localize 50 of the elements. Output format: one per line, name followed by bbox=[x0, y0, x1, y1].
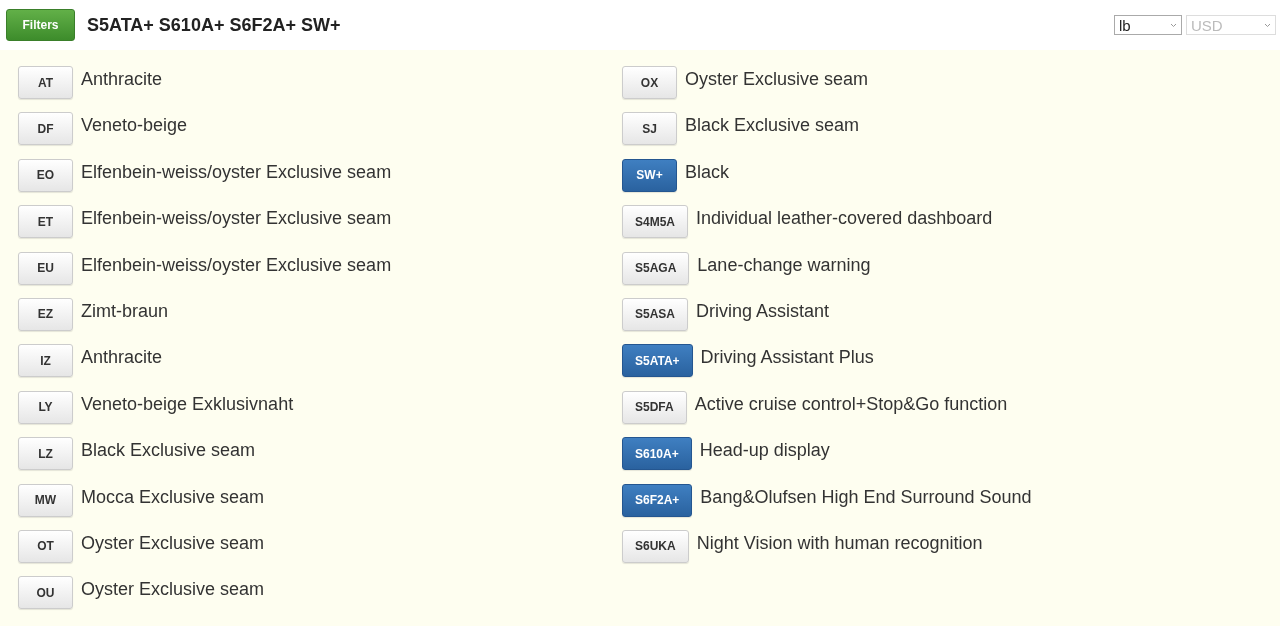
option-label: Driving Assistant bbox=[696, 300, 830, 322]
option-label: Elfenbein-weiss/oyster Exclusive seam bbox=[81, 161, 392, 183]
option-code-button[interactable]: SJ bbox=[622, 112, 677, 146]
option-code-button[interactable]: OU bbox=[18, 576, 73, 610]
option-label: Zimt-braun bbox=[81, 300, 169, 322]
option-label: Mocca Exclusive seam bbox=[81, 486, 265, 508]
option-code-button[interactable]: EU bbox=[18, 251, 73, 285]
option-code-button[interactable]: LZ bbox=[18, 437, 73, 471]
option-code-button[interactable]: MW bbox=[18, 483, 73, 517]
option-code-button[interactable]: SW+ bbox=[622, 158, 677, 192]
option-label: Black Exclusive seam bbox=[685, 115, 860, 137]
option-code-button[interactable]: S5ATA+ bbox=[622, 344, 693, 378]
option-code-button[interactable]: S5AGA bbox=[622, 251, 690, 285]
option-label: Active cruise control+Stop&Go function bbox=[694, 393, 1008, 415]
option-label: Individual leather-covered dashboard bbox=[696, 208, 993, 230]
option-label: Black bbox=[685, 161, 729, 183]
option-code-button[interactable]: S5ASA bbox=[622, 297, 688, 331]
option-code-button[interactable]: ET bbox=[18, 205, 73, 239]
option-code-button[interactable]: S6F2A+ bbox=[622, 483, 693, 517]
chevron-icon bbox=[1170, 22, 1177, 28]
option-code-button[interactable]: S5DFA bbox=[622, 390, 687, 424]
option-code-button[interactable]: LY bbox=[18, 390, 73, 424]
chevron-icon bbox=[1264, 22, 1271, 28]
filter-summary: S5ATA+ S610A+ S6F2A+ SW+ bbox=[87, 14, 341, 36]
option-label: Veneto-beige bbox=[81, 115, 188, 137]
option-code-button[interactable]: IZ bbox=[18, 344, 73, 378]
option-label: Oyster Exclusive seam bbox=[81, 579, 265, 601]
option-label: Oyster Exclusive seam bbox=[685, 69, 869, 90]
option-label: Elfenbein-weiss/oyster Exclusive seam bbox=[81, 254, 392, 276]
option-label: Night Vision with human recognition bbox=[696, 532, 983, 554]
option-code-button[interactable]: S6UKA bbox=[622, 529, 689, 563]
option-code-button[interactable]: EO bbox=[18, 158, 73, 192]
option-label: Elfenbein-weiss/oyster Exclusive seam bbox=[81, 208, 392, 230]
option-label: Veneto-beige Exklusivnaht bbox=[81, 393, 294, 415]
option-label: Lane-change warning bbox=[697, 254, 871, 276]
option-label: Oyster Exclusive seam bbox=[81, 532, 265, 554]
option-code-button[interactable]: OX bbox=[622, 66, 677, 99]
option-label: Driving Assistant Plus bbox=[700, 347, 874, 369]
unit-select[interactable]: lb bbox=[1114, 15, 1182, 35]
option-code-button[interactable]: S610A+ bbox=[622, 437, 692, 471]
option-label: Anthracite bbox=[81, 69, 163, 90]
option-label: Black Exclusive seam bbox=[81, 440, 256, 462]
option-label: Head-up display bbox=[699, 440, 830, 462]
option-label: Bang&Olufsen High End Surround Sound bbox=[700, 486, 1032, 508]
option-code-button[interactable]: AT bbox=[18, 66, 73, 99]
option-label: Anthracite bbox=[81, 347, 163, 369]
option-code-button[interactable]: S4M5A bbox=[622, 205, 688, 239]
option-code-button[interactable]: DF bbox=[18, 112, 73, 146]
option-code-button[interactable]: OT bbox=[18, 529, 73, 563]
option-code-button[interactable]: EZ bbox=[18, 297, 73, 331]
